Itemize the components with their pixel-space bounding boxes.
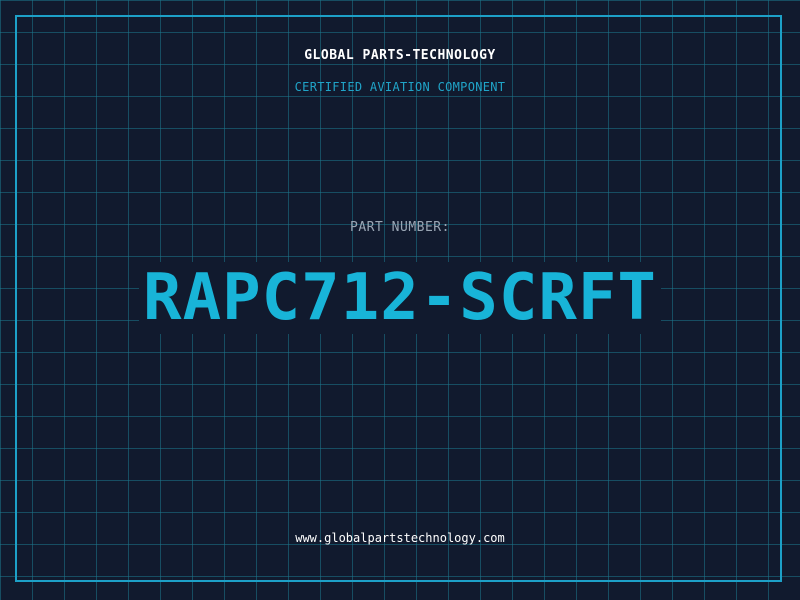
part-number-container: RAPC712-SCRFT	[0, 262, 800, 334]
website-link[interactable]: www.globalpartstechnology.com	[0, 531, 800, 545]
part-number-label: PART NUMBER:	[350, 220, 450, 235]
part-number-value: RAPC712-SCRFT	[139, 262, 661, 334]
company-name: GLOBAL PARTS-TECHNOLOGY	[304, 48, 496, 63]
certification-subtitle: CERTIFIED AVIATION COMPONENT	[294, 80, 506, 94]
part-card: GLOBAL PARTS-TECHNOLOGY CERTIFIED AVIATI…	[0, 0, 800, 600]
